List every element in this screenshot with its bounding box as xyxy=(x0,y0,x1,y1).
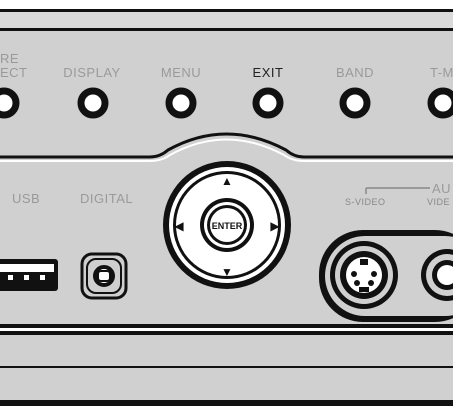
top-strip xyxy=(0,12,453,28)
enter-label: ENTER xyxy=(212,221,243,231)
bottom-thin-line xyxy=(0,366,453,368)
svideo-pin xyxy=(359,287,369,292)
tmode-button[interactable] xyxy=(427,87,453,119)
svideo-pin xyxy=(371,271,377,277)
label-exit: EXIT xyxy=(253,65,284,80)
menu-button[interactable] xyxy=(165,87,197,119)
front-panel: RE ECT DISPLAY MENU EXIT BAND T-MO USB D… xyxy=(0,0,453,414)
front-panel-drawing: RE ECT DISPLAY MENU EXIT BAND T-MO USB D… xyxy=(0,0,453,414)
display-button[interactable] xyxy=(77,87,109,119)
usb-pin xyxy=(40,275,45,280)
band-button[interactable] xyxy=(339,87,371,119)
pure-direct-button[interactable] xyxy=(0,87,20,119)
usb-pin xyxy=(8,275,13,280)
label-band: BAND xyxy=(336,65,374,80)
label-display: DISPLAY xyxy=(63,65,120,80)
label-menu: MENU xyxy=(161,65,201,80)
label-digital: DIGITAL xyxy=(80,191,133,206)
svideo-pin xyxy=(354,280,360,286)
label-usb: USB xyxy=(12,191,40,206)
lower-rail-highlight xyxy=(0,328,453,331)
label-tmode: T-MO xyxy=(430,65,453,80)
dpad-up-icon[interactable]: ▲ xyxy=(221,174,233,188)
dpad-right-icon[interactable]: ▶ xyxy=(270,219,280,233)
top-bezel xyxy=(0,0,453,9)
bottom-bezel xyxy=(0,406,453,414)
lower-rail-line-2 xyxy=(0,331,453,335)
dpad-down-icon[interactable]: ▼ xyxy=(221,265,233,279)
top-rail-line-2 xyxy=(0,28,453,31)
digital-port-shutter xyxy=(97,270,111,282)
label-pure-direct-top: RE xyxy=(0,51,19,66)
svideo-pin xyxy=(368,280,374,286)
usb-pin xyxy=(24,275,29,280)
label-video: VIDE xyxy=(427,197,450,207)
bottom-rail-line xyxy=(0,400,453,406)
usb-port-slot xyxy=(0,264,54,272)
label-pure-direct: ECT xyxy=(0,65,28,80)
dpad-left-icon[interactable]: ◀ xyxy=(174,219,184,233)
lower-rail-line xyxy=(0,324,453,328)
exit-button[interactable] xyxy=(252,87,284,119)
top-rail-line xyxy=(0,9,453,12)
svideo-pin xyxy=(351,271,357,277)
label-svideo: S-VIDEO xyxy=(345,197,386,207)
label-audio-group: AU xyxy=(432,181,451,196)
svideo-key xyxy=(360,259,368,265)
